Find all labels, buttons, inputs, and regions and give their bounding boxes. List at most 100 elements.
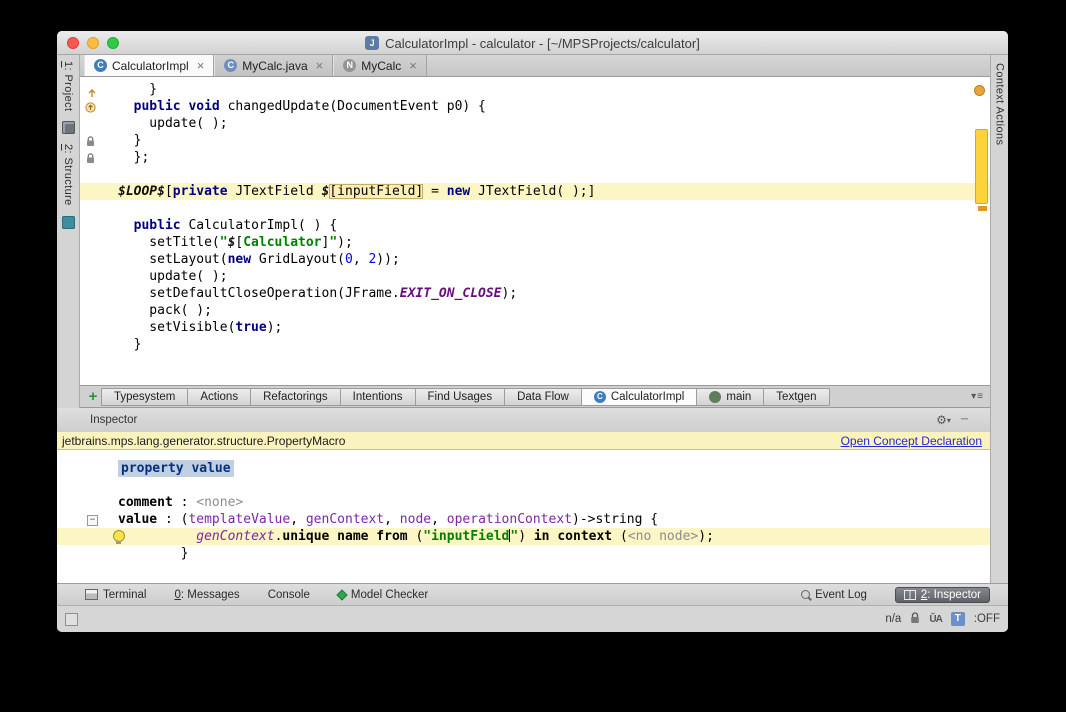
- tab-calculatorimpl[interactable]: C CalculatorImpl: [580, 387, 698, 406]
- code-token[interactable]: [118, 529, 196, 544]
- code-token[interactable]: setVisible(: [118, 320, 235, 335]
- code-token[interactable]: }: [118, 337, 142, 352]
- code-token[interactable]: <none>: [196, 495, 243, 510]
- code-token[interactable]: };: [118, 150, 150, 165]
- hide-panel-icon[interactable]: ─: [961, 414, 968, 425]
- statusbar-console[interactable]: Console: [268, 589, 310, 601]
- override-marker-icon[interactable]: [85, 100, 96, 118]
- code-token[interactable]: public: [134, 99, 181, 114]
- code-line[interactable]: [57, 477, 990, 494]
- code-line[interactable]: setVisible(true);: [80, 319, 990, 336]
- code-token[interactable]: "inputField: [423, 529, 509, 544]
- code-token[interactable]: ,: [290, 512, 306, 527]
- close-icon[interactable]: ×: [409, 58, 417, 73]
- code-token[interactable]: update( );: [118, 269, 227, 284]
- code-token[interactable]: }: [118, 133, 142, 148]
- error-stripe-indicator[interactable]: [974, 85, 985, 96]
- editor[interactable]: } public void changedUpdate(DocumentEven…: [80, 77, 990, 385]
- code-line[interactable]: }: [57, 545, 990, 562]
- code-line[interactable]: update( );: [80, 268, 990, 285]
- caret-position[interactable]: n/a: [885, 613, 901, 625]
- code-token[interactable]: void: [188, 99, 219, 114]
- code-token[interactable]: pack( );: [118, 303, 212, 318]
- code-line[interactable]: update( );: [80, 115, 990, 132]
- code-token[interactable]: (: [612, 529, 628, 544]
- code-line[interactable]: public CalculatorImpl( ) {: [80, 217, 990, 234]
- code-token[interactable]: }: [118, 546, 189, 561]
- code-token[interactable]: new: [447, 184, 470, 199]
- code-line[interactable]: setLayout(new GridLayout(0, 2));: [80, 251, 990, 268]
- code-token[interactable]: : (: [157, 512, 189, 527]
- code-token[interactable]: ,: [384, 512, 400, 527]
- code-token[interactable]: genContext: [306, 512, 384, 527]
- code-line[interactable]: setDefaultCloseOperation(JFrame.EXIT_ON_…: [80, 285, 990, 302]
- code-token[interactable]: GridLayout(: [251, 252, 345, 267]
- code-token[interactable]: $LOOP$: [118, 184, 165, 199]
- code-token[interactable]: ): [518, 529, 534, 544]
- error-stripe-mark[interactable]: [978, 206, 987, 211]
- code-token[interactable]: ,: [353, 252, 369, 267]
- code-line[interactable]: };: [80, 149, 990, 166]
- code-line[interactable]: genContext.unique name from ("inputField…: [57, 528, 990, 545]
- code-line[interactable]: [80, 166, 990, 183]
- code-token[interactable]: ]: [588, 184, 596, 199]
- code-line[interactable]: pack( );: [80, 302, 990, 319]
- code-line[interactable]: }: [80, 336, 990, 353]
- tab-find-usages[interactable]: Find Usages: [414, 387, 506, 406]
- tab-refactorings[interactable]: Refactorings: [250, 387, 341, 406]
- intention-bulb-icon[interactable]: [113, 530, 125, 544]
- tab-actions[interactable]: Actions: [187, 387, 252, 406]
- code-token[interactable]: true: [235, 320, 266, 335]
- scrollbar-thumb[interactable]: [975, 129, 988, 204]
- code-token[interactable]: setTitle(: [118, 235, 219, 250]
- code-token[interactable]: JTextField: [228, 184, 322, 199]
- code-line[interactable]: property value: [57, 460, 990, 477]
- readonly-lock-icon[interactable]: [910, 611, 920, 627]
- code-token[interactable]: );: [337, 235, 353, 250]
- fold-marker-icon[interactable]: −: [87, 515, 98, 526]
- code-line[interactable]: comment : <none>: [57, 494, 990, 511]
- code-token[interactable]: new: [228, 252, 251, 267]
- code-token[interactable]: JTextField( );: [470, 184, 588, 199]
- code-token[interactable]: public: [134, 218, 181, 233]
- open-concept-declaration-link[interactable]: Open Concept Declaration: [841, 434, 982, 448]
- code-token[interactable]: operationContext: [447, 512, 572, 527]
- close-icon[interactable]: ×: [197, 58, 205, 73]
- code-token[interactable]: [118, 99, 134, 114]
- statusbar-terminal[interactable]: Terminal: [85, 589, 146, 601]
- gear-icon[interactable]: ⚙▾: [936, 413, 951, 427]
- code-token[interactable]: setLayout(: [118, 252, 227, 267]
- code-token[interactable]: update( );: [118, 116, 227, 131]
- code-token[interactable]: value: [118, 512, 157, 527]
- code-token[interactable]: [: [165, 184, 173, 199]
- code-token[interactable]: private: [173, 184, 228, 199]
- editor-tab-mycalc-java[interactable]: C MyCalc.java ×: [214, 55, 334, 76]
- code-token[interactable]: );: [502, 286, 518, 301]
- code-token[interactable]: );: [698, 529, 714, 544]
- code-token[interactable]: node: [400, 512, 431, 527]
- code-token[interactable]: ": [220, 235, 228, 250]
- code-token[interactable]: changedUpdate(DocumentEvent p0) {: [220, 99, 486, 114]
- statusbar-2-inspector[interactable]: 2: Inspector: [894, 586, 990, 603]
- code-token[interactable]: <no node>: [628, 529, 698, 544]
- statusbar-0-messages[interactable]: 0: Messages: [174, 589, 239, 601]
- code-token[interactable]: [inputField]: [329, 184, 424, 199]
- encoding-icon[interactable]: ŬA: [929, 614, 942, 625]
- code-token[interactable]: (: [408, 529, 423, 544]
- code-line[interactable]: public void changedUpdate(DocumentEvent …: [80, 98, 990, 115]
- code-line[interactable]: setTitle("$[Calculator]");: [80, 234, 990, 251]
- code-token[interactable]: unique name from: [282, 529, 407, 544]
- toolwindow-button-context-actions[interactable]: Context Actions: [994, 63, 1006, 583]
- tab-textgen[interactable]: Textgen: [763, 387, 830, 406]
- close-icon[interactable]: ×: [316, 58, 324, 73]
- code-token[interactable]: Calculator: [243, 235, 321, 250]
- code-token[interactable]: [118, 218, 134, 233]
- tab-data-flow[interactable]: Data Flow: [504, 387, 582, 406]
- code-token[interactable]: comment: [118, 495, 173, 510]
- toolwindow-button-project[interactable]: 1: Project: [62, 61, 74, 111]
- tab-typesystem[interactable]: Typesystem: [101, 387, 189, 406]
- code-token[interactable]: ));: [376, 252, 399, 267]
- code-token[interactable]: =: [423, 184, 446, 199]
- statusbar-model-checker[interactable]: Model Checker: [336, 589, 428, 601]
- code-line[interactable]: $LOOP$[private JTextField $[inputField] …: [80, 183, 990, 200]
